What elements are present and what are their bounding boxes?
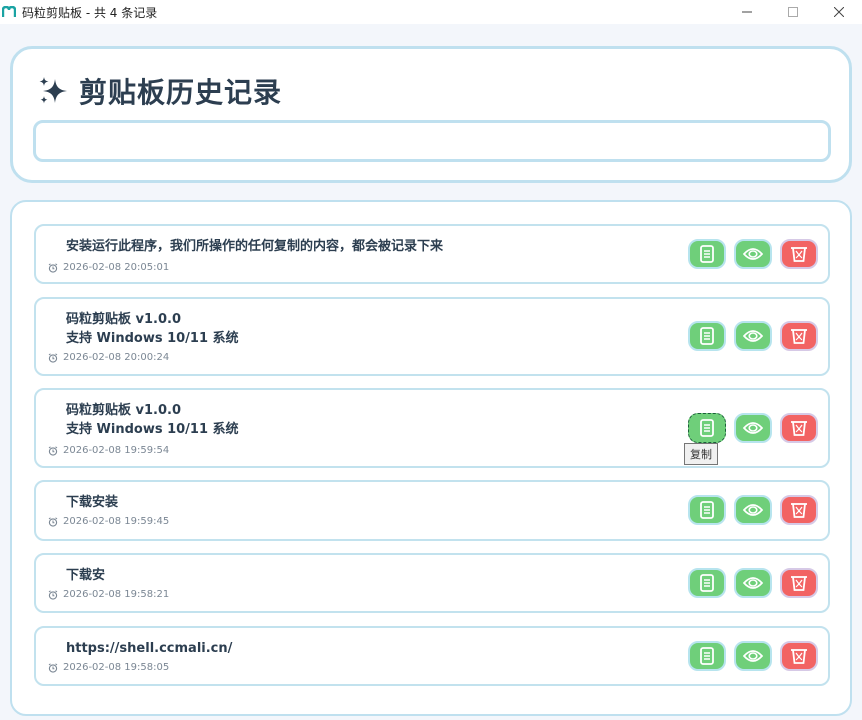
document-copy-icon: [700, 501, 714, 519]
view-button[interactable]: [734, 413, 772, 443]
document-copy-icon: [700, 245, 714, 263]
record-actions: [680, 413, 818, 443]
record-item: 安装运行此程序，我们所操作的任何复制的内容，都会被记录下来 2026-02-08…: [34, 224, 830, 284]
trash-icon: [791, 503, 807, 518]
maximize-button[interactable]: [770, 0, 816, 24]
page-title-row: 剪贴板历史记录: [37, 71, 282, 111]
window-title: 码粒剪贴板 - 共 4 条记录: [22, 5, 158, 20]
alarm-clock-icon: [48, 352, 58, 363]
delete-button[interactable]: [780, 641, 818, 671]
record-actions: [680, 641, 818, 671]
copy-button[interactable]: [688, 413, 726, 443]
record-list: 安装运行此程序，我们所操作的任何复制的内容，都会被记录下来 2026-02-08…: [10, 200, 852, 716]
close-icon: [834, 7, 844, 17]
trash-icon: [791, 649, 807, 664]
delete-button[interactable]: [780, 413, 818, 443]
record-actions: [680, 495, 818, 525]
title-bar: 码粒剪贴板 - 共 4 条记录: [0, 0, 862, 24]
search-input[interactable]: [33, 120, 831, 162]
record-time-text: 2026-02-08 19:59:54: [63, 445, 170, 456]
delete-button[interactable]: [780, 239, 818, 269]
trash-icon: [791, 329, 807, 344]
record-time-text: 2026-02-08 19:58:21: [63, 589, 170, 600]
record-content: 码粒剪贴板 v1.0.0 支持 Windows 10/11 系统: [66, 312, 239, 346]
view-button[interactable]: [734, 495, 772, 525]
copy-tooltip: 复制: [684, 443, 718, 465]
record-content: 下载安装: [66, 495, 119, 510]
record-timestamp: 2026-02-08 19:58:21: [48, 589, 169, 600]
alarm-clock-icon: [48, 445, 58, 456]
view-button[interactable]: [734, 641, 772, 671]
eye-icon: [743, 577, 763, 589]
record-timestamp: 2026-02-08 19:59:54: [48, 445, 169, 456]
record-item: 下载安 2026-02-08 19:58:21: [34, 553, 830, 613]
page-title: 剪贴板历史记录: [79, 76, 283, 109]
eye-icon: [743, 422, 763, 434]
record-content: 下载安: [66, 568, 106, 583]
document-copy-icon: [700, 327, 714, 345]
maximize-icon: [788, 7, 798, 17]
app-logo-icon: [2, 5, 18, 19]
trash-icon: [791, 247, 807, 262]
copy-button[interactable]: [688, 321, 726, 351]
delete-button[interactable]: [780, 568, 818, 598]
record-item: 下载安装 2026-02-08 19:59:45: [34, 480, 830, 541]
view-button[interactable]: [734, 239, 772, 269]
alarm-clock-icon: [48, 262, 58, 273]
copy-button[interactable]: [688, 495, 726, 525]
record-content: https://shell.ccmali.cn/: [66, 641, 233, 656]
record-content: 码粒剪贴板 v1.0.0 支持 Windows 10/11 系统: [66, 403, 239, 437]
record-timestamp: 2026-02-08 19:58:05: [48, 662, 169, 673]
record-actions: [680, 321, 818, 351]
header-card: 剪贴板历史记录: [10, 46, 852, 183]
record-timestamp: 2026-02-08 20:05:01: [48, 262, 169, 273]
sparkle-icon: [39, 77, 67, 104]
eye-icon: [743, 504, 763, 516]
trash-icon: [791, 576, 807, 591]
window-controls: [724, 0, 862, 24]
minimize-button[interactable]: [724, 0, 770, 24]
record-timestamp: 2026-02-08 19:59:45: [48, 516, 169, 527]
alarm-clock-icon: [48, 589, 58, 600]
eye-icon: [743, 248, 763, 260]
copy-button[interactable]: [688, 239, 726, 269]
record-time-text: 2026-02-08 19:58:05: [63, 662, 170, 673]
minimize-icon: [742, 11, 752, 13]
record-time-text: 2026-02-08 19:59:45: [63, 516, 170, 527]
record-content: 安装运行此程序，我们所操作的任何复制的内容，都会被记录下来: [66, 239, 444, 254]
close-button[interactable]: [816, 0, 862, 24]
copy-button[interactable]: [688, 641, 726, 671]
record-actions: [680, 239, 818, 269]
record-item: https://shell.ccmali.cn/ 2026-02-08 19:5…: [34, 626, 830, 686]
record-time-text: 2026-02-08 20:05:01: [63, 262, 170, 273]
eye-icon: [743, 330, 763, 342]
document-copy-icon: [700, 419, 714, 437]
copy-button[interactable]: [688, 568, 726, 598]
delete-button[interactable]: [780, 321, 818, 351]
view-button[interactable]: [734, 568, 772, 598]
alarm-clock-icon: [48, 516, 58, 527]
eye-icon: [743, 650, 763, 662]
record-item: 码粒剪贴板 v1.0.0 支持 Windows 10/11 系统 2026-02…: [34, 297, 830, 376]
trash-icon: [791, 421, 807, 436]
document-copy-icon: [700, 574, 714, 592]
view-button[interactable]: [734, 321, 772, 351]
document-copy-icon: [700, 647, 714, 665]
delete-button[interactable]: [780, 495, 818, 525]
record-time-text: 2026-02-08 20:00:24: [63, 352, 170, 363]
record-timestamp: 2026-02-08 20:00:24: [48, 352, 169, 363]
record-actions: [680, 568, 818, 598]
alarm-clock-icon: [48, 662, 58, 673]
